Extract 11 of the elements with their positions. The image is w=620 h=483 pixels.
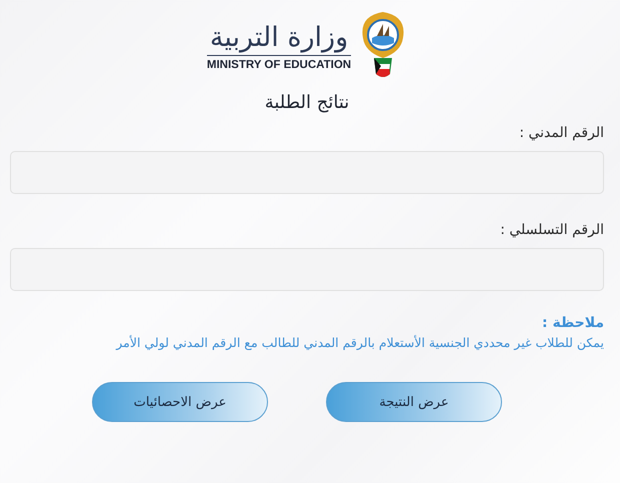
note-title: ملاحظة : <box>541 315 604 331</box>
note-text: يمكن للطلاب غير محددي الجنسية الأستعلام بالرقم المدني للطالب مع الرقم المدني لولي الأمر <box>114 335 604 350</box>
input-field[interactable] <box>10 248 604 291</box>
action-button[interactable]: عرض الاحصائيات <box>92 382 268 422</box>
ministry-title: وزارة التربية <box>210 21 348 55</box>
field-label: الرقم المدني : <box>518 125 604 141</box>
ministry-title-english: MINISTRY OF EDUCATION <box>206 55 352 71</box>
field-label: الرقم التسلسلي : <box>499 222 604 238</box>
page-title: نتائج الطلبة <box>264 92 350 113</box>
action-button[interactable]: عرض النتيجة <box>326 382 502 422</box>
input-field[interactable] <box>10 151 604 194</box>
